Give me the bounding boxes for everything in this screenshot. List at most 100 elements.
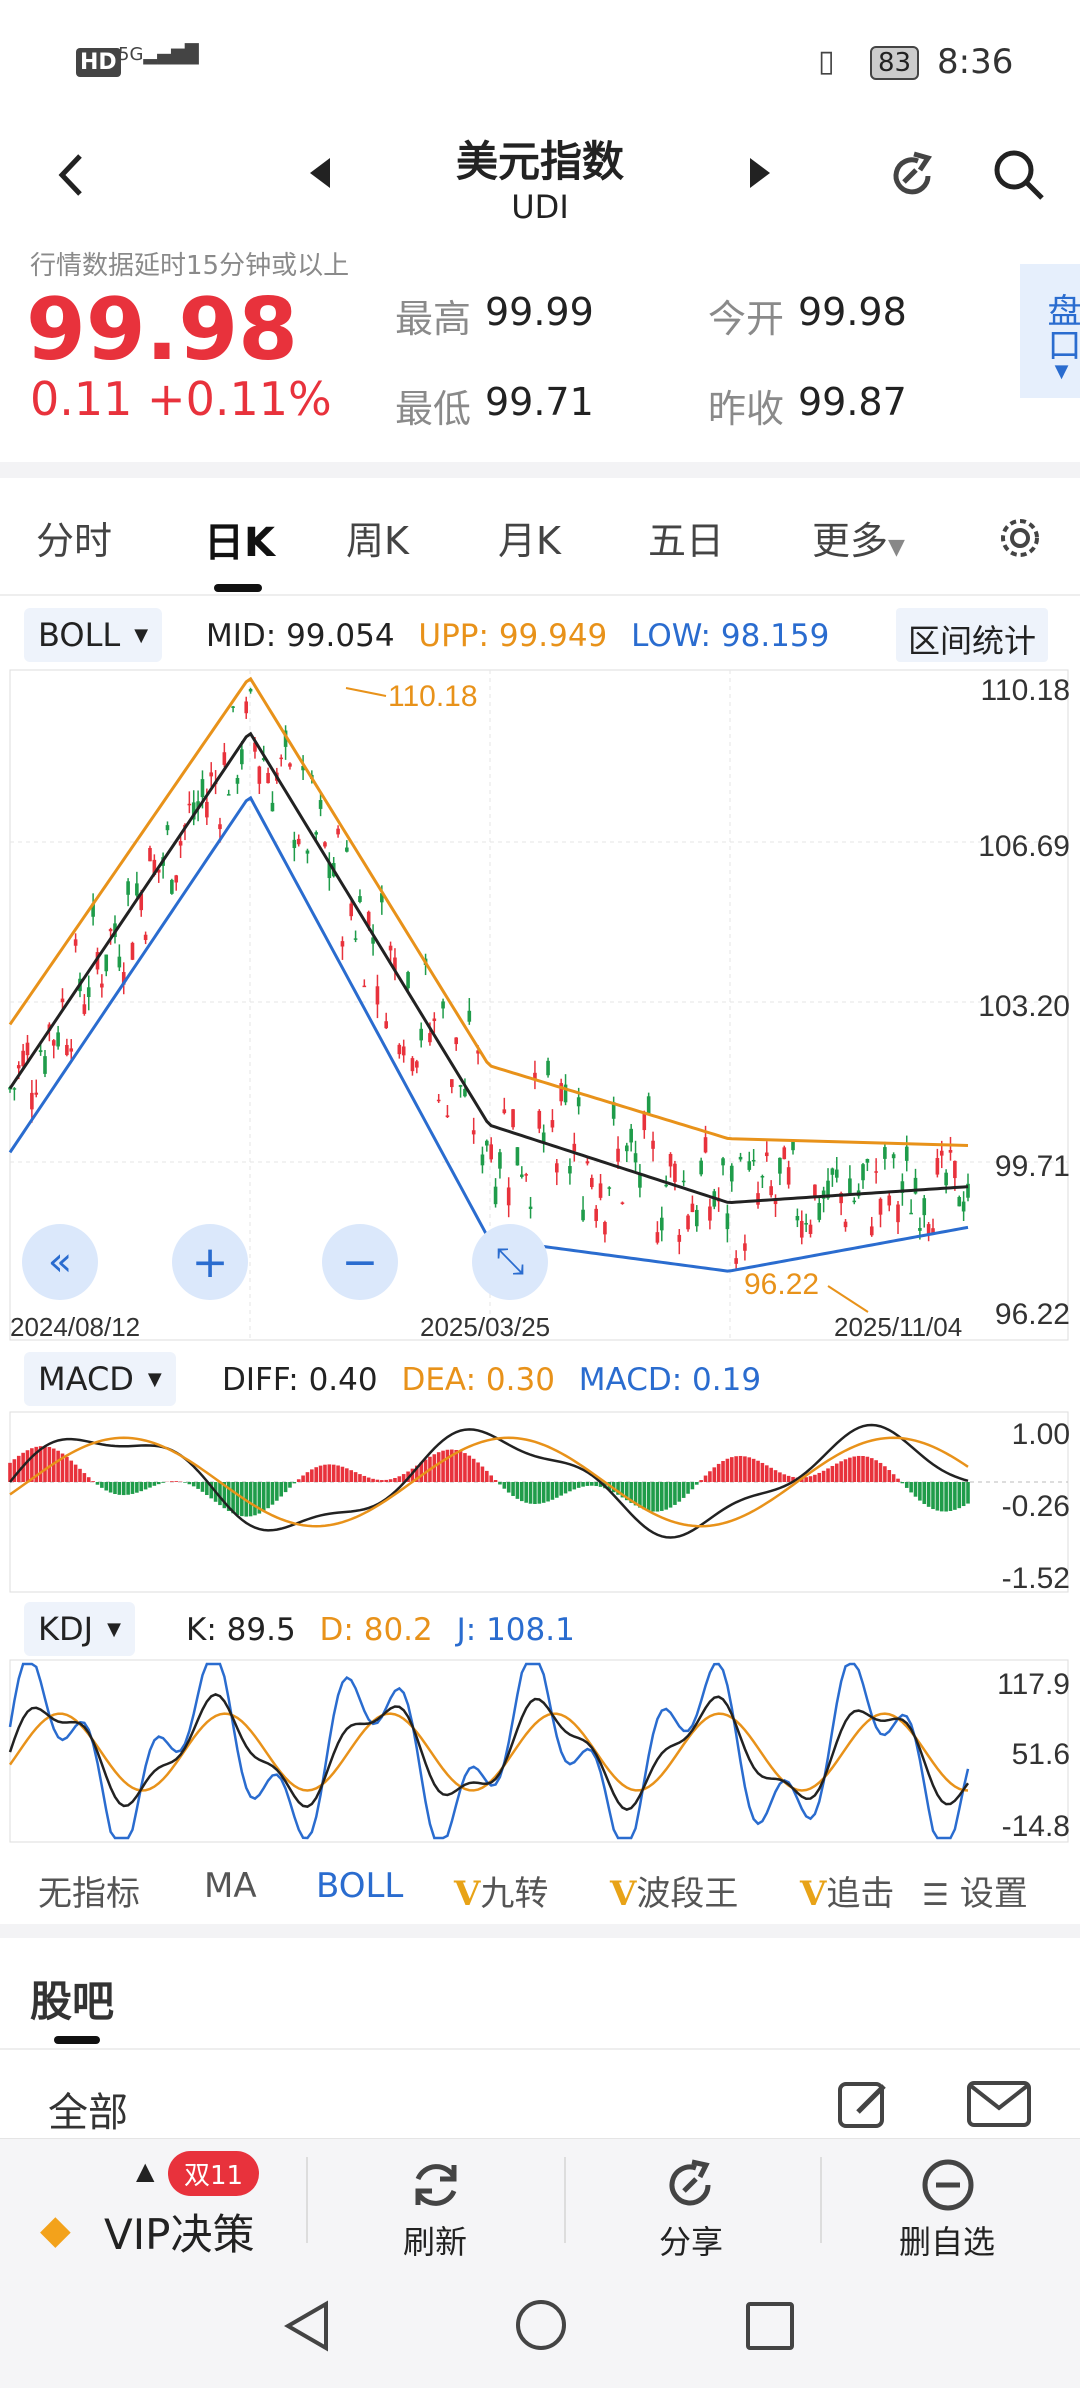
- zoom-out-button[interactable]: −: [322, 1224, 398, 1300]
- message-icon[interactable]: [966, 2080, 1032, 2130]
- indicator-wave-king[interactable]: V波段王: [610, 1866, 738, 1915]
- candle-body: [419, 1028, 423, 1041]
- macd-bar: [305, 1472, 310, 1482]
- refresh-button[interactable]: 刷新: [310, 2139, 560, 2261]
- candle-body: [782, 1147, 787, 1160]
- indicator-settings[interactable]: ☰ 设置: [922, 1860, 1080, 1916]
- boll-selector[interactable]: BOLL ▼: [24, 608, 163, 662]
- settings-gear-icon[interactable]: [996, 514, 1044, 562]
- macd-bar: [489, 1475, 493, 1482]
- zoom-in-button[interactable]: +: [172, 1224, 248, 1300]
- tab-intraday[interactable]: 分时: [36, 510, 112, 565]
- macd-bar: [458, 1451, 463, 1482]
- fullscreen-button[interactable]: ⤡: [472, 1224, 548, 1300]
- kdj-k-line: [8, 1693, 970, 1811]
- remove-watchlist-button[interactable]: 删自选: [822, 2139, 1072, 2261]
- candle-body: [848, 1178, 852, 1194]
- tab-five-day[interactable]: 五日: [648, 510, 724, 565]
- indicator-none[interactable]: 无指标: [38, 1866, 140, 1915]
- share-button[interactable]: 分享: [566, 2139, 816, 2261]
- back-triangle-icon[interactable]: [282, 2298, 332, 2354]
- candle-body: [550, 1120, 555, 1128]
- candle-body: [493, 1186, 498, 1205]
- recents-square-icon[interactable]: [744, 2300, 796, 2352]
- macd-bar: [642, 1482, 647, 1510]
- indicator-ma[interactable]: MA: [204, 1866, 257, 1906]
- macd-bar: [659, 1482, 664, 1511]
- macd-bar: [485, 1470, 489, 1482]
- macd-bar: [760, 1462, 765, 1482]
- orderbook-button[interactable]: 盘口▼: [1020, 264, 1080, 398]
- macd-bar: [734, 1456, 738, 1482]
- candle-body: [401, 1046, 406, 1056]
- guba-title[interactable]: 股吧: [30, 1968, 114, 2029]
- candle-body: [345, 847, 349, 852]
- candle-body: [148, 847, 152, 862]
- y-tick: -0.26: [1002, 1490, 1070, 1523]
- macd-bar: [664, 1482, 668, 1510]
- macd-bar: [139, 1482, 144, 1492]
- candle-body: [646, 1096, 651, 1114]
- candle-body: [25, 1042, 30, 1056]
- candle-body: [436, 1099, 441, 1102]
- guba-filter-all[interactable]: 全部: [48, 2080, 128, 2138]
- macd-bar: [156, 1482, 161, 1485]
- candle-body: [450, 1079, 454, 1088]
- kdj-selector[interactable]: KDJ ▼: [24, 1602, 135, 1656]
- candle-body: [624, 1145, 629, 1152]
- back-icon[interactable]: [52, 150, 92, 200]
- macd-bar: [436, 1452, 441, 1482]
- macd-bar: [729, 1457, 734, 1482]
- candle-body: [126, 881, 130, 895]
- macd-bar: [852, 1456, 857, 1482]
- y-tick: -1.52: [1002, 1562, 1070, 1594]
- macd-bar: [253, 1482, 257, 1516]
- macd-chart[interactable]: 1.00 -0.26 -1.52: [0, 1410, 1080, 1594]
- scroll-left-button[interactable]: «: [22, 1224, 98, 1300]
- edit-post-icon[interactable]: [836, 2076, 892, 2132]
- page-title: 美元指数: [455, 137, 624, 186]
- tab-monthly-k[interactable]: 月K: [498, 510, 561, 565]
- macd-bar: [323, 1464, 327, 1482]
- kdj-chart[interactable]: 117.9 51.6 -14.8: [0, 1658, 1080, 1844]
- macd-bar: [100, 1482, 104, 1488]
- tab-daily-k[interactable]: 日K: [204, 510, 275, 568]
- range-stats-button[interactable]: 区间统计: [896, 608, 1049, 662]
- refresh-share-icon[interactable]: [882, 146, 942, 206]
- macd-selector[interactable]: MACD ▼: [24, 1352, 176, 1406]
- v-icon: V: [610, 1874, 637, 1914]
- candle-body: [756, 1193, 760, 1205]
- indicator-boll[interactable]: BOLL: [316, 1866, 403, 1906]
- macd-bar: [65, 1456, 69, 1482]
- candle-body: [318, 800, 323, 809]
- home-circle-icon[interactable]: [514, 2298, 568, 2352]
- diamond-icon: ◆: [40, 2207, 71, 2253]
- candle-body: [441, 1001, 445, 1009]
- prev-arrow-icon[interactable]: [305, 153, 335, 193]
- macd-bar: [506, 1482, 511, 1493]
- tab-more[interactable]: 更多▼: [812, 510, 905, 565]
- indicator-bar: 无指标 MA BOLL V九转 V波段王 V追击 ☰ 设置: [0, 1860, 1080, 1916]
- macd-bar: [677, 1482, 682, 1502]
- y-tick: -14.8: [1002, 1810, 1070, 1843]
- candle-body: [135, 883, 139, 896]
- indicator-nine-turn[interactable]: V九转: [454, 1866, 548, 1915]
- candle-body: [34, 1092, 39, 1095]
- candle-body: [694, 1209, 699, 1227]
- macd-bar: [961, 1482, 966, 1507]
- candle-body: [668, 1153, 673, 1167]
- signal-icon: 5G▂▄▆█: [118, 44, 199, 65]
- chart-min-label: 96.22: [744, 1268, 819, 1301]
- candle-body: [769, 1186, 773, 1196]
- candle-body: [524, 1174, 528, 1176]
- macd-bar: [738, 1455, 743, 1482]
- next-arrow-icon[interactable]: [745, 153, 775, 193]
- indicator-chase[interactable]: V追击: [800, 1866, 894, 1915]
- vip-decision-button[interactable]: ▲ 双11 ◆ VIP决策: [0, 2139, 300, 2261]
- active-tab-indicator: [54, 2036, 100, 2044]
- candle-body: [607, 1187, 612, 1189]
- tab-weekly-k[interactable]: 周K: [346, 510, 409, 565]
- candle-body: [174, 875, 179, 883]
- macd-bar: [699, 1480, 703, 1482]
- search-icon[interactable]: [990, 146, 1050, 206]
